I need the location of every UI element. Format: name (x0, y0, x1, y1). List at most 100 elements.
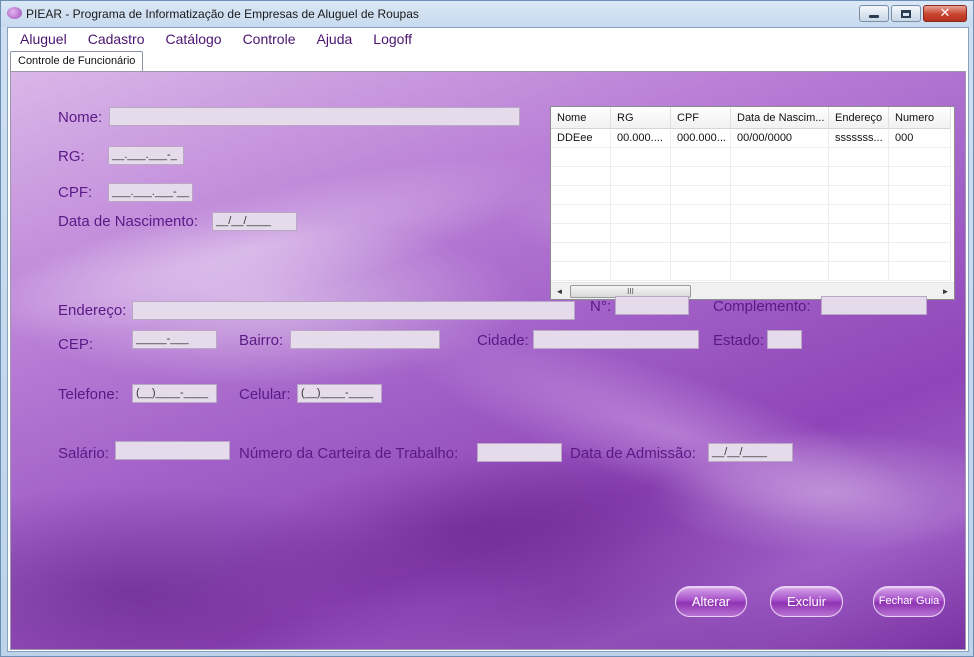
bairro-label: Bairro: (239, 332, 284, 349)
grid-cell: 000.000... (671, 129, 731, 148)
grid-cell (671, 243, 731, 262)
nome-field[interactable] (109, 107, 520, 126)
grid-cell (731, 262, 829, 281)
celular-label: Celular: (239, 386, 291, 403)
grid-cell (551, 148, 611, 167)
complemento-field[interactable] (821, 296, 927, 315)
grid-cell: 00/00/0000 (731, 129, 829, 148)
cpf-field[interactable]: ___.___.___-__ (108, 183, 193, 202)
grid-cell (671, 224, 731, 243)
table-row-empty (551, 205, 951, 224)
grid-cell (889, 148, 951, 167)
grid-cell: sssssss... (829, 129, 889, 148)
grid-cell (611, 262, 671, 281)
grid-cell (889, 243, 951, 262)
grid-cell (671, 186, 731, 205)
grid-cell (889, 186, 951, 205)
cep-field[interactable]: _____-___ (132, 330, 217, 349)
table-row-empty (551, 167, 951, 186)
grid-cell (671, 148, 731, 167)
grid-col-nascimento[interactable]: Data de Nascim... (731, 107, 829, 129)
table-row-empty (551, 224, 951, 243)
grid-cell (889, 205, 951, 224)
main-window: PIEAR - Programa de Informatização de Em… (0, 0, 974, 657)
rg-field[interactable]: __.___.___-_ (108, 146, 184, 165)
minimize-button[interactable] (859, 5, 889, 22)
grid-cell (731, 243, 829, 262)
client-area: Aluguel Cadastro Catálogo Controle Ajuda… (7, 27, 969, 652)
excluir-button[interactable]: Excluir (770, 586, 843, 617)
endereco-field[interactable] (132, 301, 575, 320)
table-row[interactable]: DDEee 00.000.... 000.000... 00/00/0000 s… (551, 129, 951, 148)
carteira-field[interactable] (477, 443, 562, 462)
table-row-empty (551, 262, 951, 281)
grid-cell (551, 224, 611, 243)
cidade-field[interactable] (533, 330, 699, 349)
cidade-label: Cidade: (477, 332, 529, 349)
grid-cell (829, 186, 889, 205)
employee-grid[interactable]: Nome RG CPF Data de Nascim... Endereço N… (550, 106, 955, 300)
grid-cell (551, 167, 611, 186)
estado-label: Estado: (713, 332, 764, 349)
admissao-field[interactable]: __/__/____ (708, 443, 793, 462)
grid-cell (731, 205, 829, 224)
tab-controle-funcionario[interactable]: Controle de Funcionário (10, 51, 144, 72)
grid-col-endereco[interactable]: Endereço (829, 107, 889, 129)
fechar-guia-button[interactable]: Fechar Guia (873, 586, 945, 617)
grid-cell (731, 186, 829, 205)
grid-cell (611, 243, 671, 262)
grid-cell (611, 205, 671, 224)
employee-panel: Nome: RG: __.___.___-_ CPF: ___.___.___-… (10, 71, 966, 650)
grid-cell: DDEee (551, 129, 611, 148)
close-button[interactable]: ✕ (923, 5, 967, 22)
minimize-icon (869, 15, 879, 18)
cpf-label: CPF: (58, 184, 93, 201)
scroll-left-icon[interactable]: ◄ (551, 283, 568, 299)
grid-cell (611, 186, 671, 205)
grid-cell: 000 (889, 129, 951, 148)
grid-col-numero[interactable]: Numero (889, 107, 951, 129)
grid-col-nome[interactable]: Nome (551, 107, 611, 129)
menu-ajuda[interactable]: Ajuda (304, 28, 361, 50)
window-title: PIEAR - Programa de Informatização de Em… (26, 7, 419, 21)
title-bar[interactable]: PIEAR - Programa de Informatização de Em… (1, 1, 973, 27)
carteira-label: Número da Carteira de Trabalho: (239, 445, 459, 462)
salario-label: Salário: (58, 445, 109, 462)
telefone-field[interactable]: (__)____-____ (132, 384, 217, 403)
bairro-field[interactable] (290, 330, 440, 349)
salario-field[interactable] (115, 441, 230, 460)
grid-cell (829, 148, 889, 167)
app-icon[interactable] (7, 7, 22, 19)
menu-logoff[interactable]: Logoff (361, 28, 421, 50)
grid-header: Nome RG CPF Data de Nascim... Endereço N… (551, 107, 951, 129)
menu-aluguel[interactable]: Aluguel (8, 28, 76, 50)
table-row-empty (551, 186, 951, 205)
grid-cell (829, 167, 889, 186)
grid-cell (731, 167, 829, 186)
menu-cadastro[interactable]: Cadastro (76, 28, 154, 50)
grid-cell (829, 262, 889, 281)
grid-cell (551, 262, 611, 281)
grid-cell (889, 262, 951, 281)
nascimento-field[interactable]: __/__/____ (212, 212, 297, 231)
nome-label: Nome: (58, 109, 103, 126)
estado-field[interactable] (767, 330, 802, 349)
grid-col-rg[interactable]: RG (611, 107, 671, 129)
endereco-label: Endereço: (58, 302, 127, 319)
table-row-empty (551, 148, 951, 167)
grid-cell (551, 186, 611, 205)
scroll-right-icon[interactable]: ► (937, 283, 954, 299)
grid-cell (671, 167, 731, 186)
maximize-button[interactable] (891, 5, 921, 22)
grid-cell: 00.000.... (611, 129, 671, 148)
grid-col-cpf[interactable]: CPF (671, 107, 731, 129)
celular-field[interactable]: (__)____-____ (297, 384, 382, 403)
menu-controle[interactable]: Controle (231, 28, 305, 50)
alterar-button[interactable]: Alterar (675, 586, 747, 617)
grid-cell (731, 148, 829, 167)
cep-label: CEP: (58, 336, 94, 353)
maximize-icon (901, 10, 911, 18)
menu-catalogo[interactable]: Catálogo (154, 28, 231, 50)
numero-field[interactable] (615, 296, 689, 315)
menu-bar: Aluguel Cadastro Catálogo Controle Ajuda… (8, 28, 968, 50)
